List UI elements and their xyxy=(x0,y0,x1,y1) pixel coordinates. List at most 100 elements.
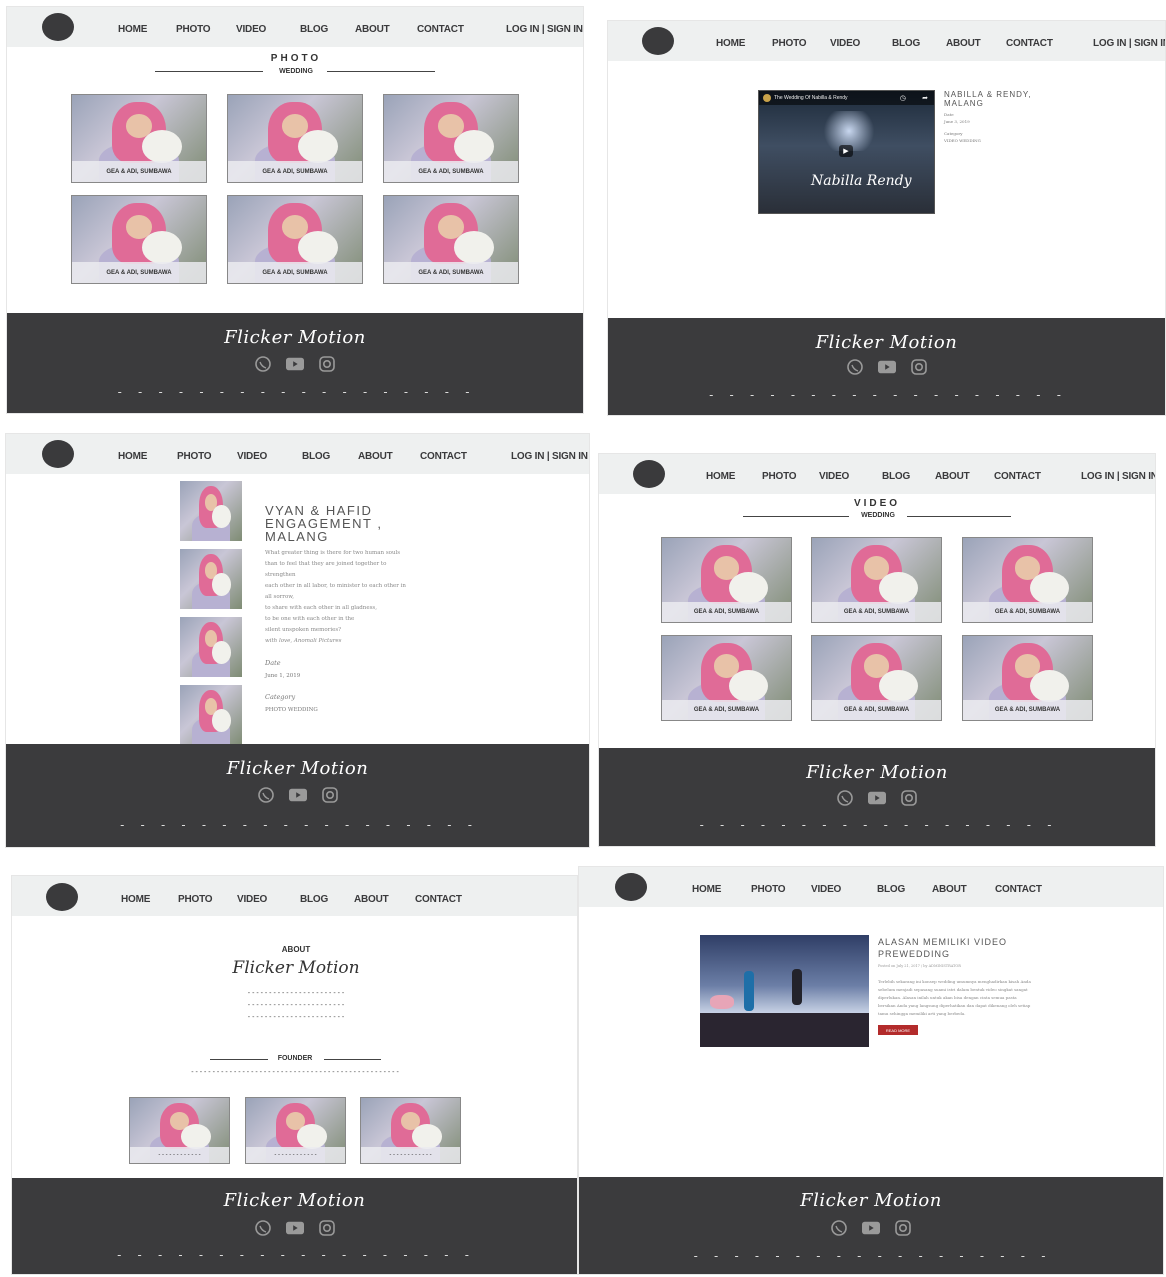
nav-video[interactable]: VIDEO xyxy=(811,884,841,895)
nav-home[interactable]: HOME xyxy=(118,451,147,462)
nav-contact[interactable]: CONTACT xyxy=(1006,38,1053,49)
whatsapp-icon[interactable] xyxy=(836,789,854,807)
logo[interactable] xyxy=(42,440,74,468)
founder-divider-left xyxy=(210,1059,268,1060)
instagram-icon[interactable] xyxy=(321,786,339,804)
nav-video[interactable]: VIDEO xyxy=(830,38,860,49)
nav-photo[interactable]: PHOTO xyxy=(176,24,211,35)
whatsapp-icon[interactable] xyxy=(254,1219,272,1237)
about-dash-2: - - - - - - - - - - - - - - - - - - - - … xyxy=(247,1002,345,1009)
play-button-icon[interactable]: ▶ xyxy=(839,145,853,157)
gallery-item[interactable]: GEA & ADI, SUMBAWA xyxy=(383,94,519,183)
nav-photo[interactable]: PHOTO xyxy=(177,451,212,462)
youtube-icon[interactable] xyxy=(286,355,304,373)
gallery-item[interactable]: GEA & ADI, SUMBAWA xyxy=(661,635,792,721)
instagram-icon[interactable] xyxy=(910,358,928,376)
photo-thumb[interactable] xyxy=(180,617,242,677)
nav-photo[interactable]: PHOTO xyxy=(762,471,797,482)
nav-home[interactable]: HOME xyxy=(706,471,735,482)
gallery-caption: GEA & ADI, SUMBAWA xyxy=(963,699,1092,720)
youtube-icon[interactable] xyxy=(288,786,307,804)
youtube-icon[interactable] xyxy=(877,358,896,376)
nav-video[interactable]: VIDEO xyxy=(819,471,849,482)
gallery-item[interactable]: GEA & ADI, SUMBAWA xyxy=(962,635,1093,721)
nav-contact[interactable]: CONTACT xyxy=(420,451,467,462)
founder-card[interactable]: - - - - - - - - - - - - xyxy=(129,1097,230,1164)
divider-right xyxy=(907,516,1011,517)
nav-blog[interactable]: BLOG xyxy=(300,894,328,905)
nav-home[interactable]: HOME xyxy=(118,24,147,35)
read-more-button[interactable]: READ MORE xyxy=(878,1025,918,1035)
nav-contact[interactable]: CONTACT xyxy=(995,884,1042,895)
nav-login[interactable]: LOG IN | SIGN IN xyxy=(506,24,583,35)
founder-card[interactable]: - - - - - - - - - - - - xyxy=(245,1097,346,1164)
nav-blog[interactable]: BLOG xyxy=(892,38,920,49)
share-icon[interactable]: ➦ xyxy=(922,94,928,102)
social-links xyxy=(579,1219,1163,1237)
instagram-icon[interactable] xyxy=(318,355,336,373)
nav-video[interactable]: VIDEO xyxy=(236,24,266,35)
nav-about[interactable]: ABOUT xyxy=(932,884,967,895)
instagram-icon[interactable] xyxy=(894,1219,912,1237)
navbar: HOME PHOTO VIDEO BLOG ABOUT CONTACT LOG … xyxy=(6,434,589,474)
nav-home[interactable]: HOME xyxy=(716,38,745,49)
logo[interactable] xyxy=(615,873,647,901)
nav-about[interactable]: ABOUT xyxy=(358,451,393,462)
photo-thumb[interactable] xyxy=(180,549,242,609)
logo[interactable] xyxy=(642,27,674,55)
page-subtitle: WEDDING xyxy=(861,512,895,519)
instagram-icon[interactable] xyxy=(318,1219,336,1237)
gallery-item[interactable]: GEA & ADI, SUMBAWA xyxy=(71,195,207,284)
nav-blog[interactable]: BLOG xyxy=(877,884,905,895)
youtube-icon[interactable] xyxy=(868,789,886,807)
nav-about[interactable]: ABOUT xyxy=(946,38,981,49)
nav-photo[interactable]: PHOTO xyxy=(178,894,213,905)
gallery-item[interactable]: GEA & ADI, SUMBAWA xyxy=(227,94,363,183)
logo[interactable] xyxy=(46,883,78,911)
gallery-item[interactable]: GEA & ADI, SUMBAWA xyxy=(811,635,942,721)
instagram-icon[interactable] xyxy=(900,789,918,807)
nav-about[interactable]: ABOUT xyxy=(354,894,389,905)
nav-about[interactable]: ABOUT xyxy=(935,471,970,482)
nav-contact[interactable]: CONTACT xyxy=(417,24,464,35)
nav-home[interactable]: HOME xyxy=(692,884,721,895)
photo-thumb[interactable] xyxy=(180,481,242,541)
gallery-item[interactable]: GEA & ADI, SUMBAWA xyxy=(383,195,519,284)
nav-contact[interactable]: CONTACT xyxy=(994,471,1041,482)
youtube-icon[interactable] xyxy=(862,1219,880,1237)
nav-about[interactable]: ABOUT xyxy=(355,24,390,35)
footer-dashes: - - - - - - - - - - - - - - - - - - xyxy=(116,385,474,399)
youtube-icon[interactable] xyxy=(285,1219,304,1237)
nav-home[interactable]: HOME xyxy=(121,894,150,905)
whatsapp-icon[interactable] xyxy=(830,1219,848,1237)
nav-blog[interactable]: BLOG xyxy=(300,24,328,35)
whatsapp-icon[interactable] xyxy=(254,355,272,373)
panel-video-detail: HOME PHOTO VIDEO BLOG ABOUT CONTACT LOG … xyxy=(607,20,1166,416)
nav-blog[interactable]: BLOG xyxy=(882,471,910,482)
whatsapp-icon[interactable] xyxy=(257,786,275,804)
gallery-caption: GEA & ADI, SUMBAWA xyxy=(662,699,791,720)
gallery-item[interactable]: GEA & ADI, SUMBAWA xyxy=(71,94,207,183)
video-player[interactable]: The Wedding Of Nabilla & Rendy ➦ ◷ ▶ Nab… xyxy=(758,90,935,214)
gallery-item[interactable]: GEA & ADI, SUMBAWA xyxy=(962,537,1093,623)
nav-login[interactable]: LOG IN | SIGN IN xyxy=(511,451,588,462)
logo[interactable] xyxy=(633,460,665,488)
nav-login[interactable]: LOG IN | SIGN IN xyxy=(1081,471,1155,482)
photo-thumb[interactable] xyxy=(180,685,242,745)
blog-image[interactable] xyxy=(700,935,869,1047)
nav-blog[interactable]: BLOG xyxy=(302,451,330,462)
gallery-item[interactable]: GEA & ADI, SUMBAWA xyxy=(227,195,363,284)
nav-photo[interactable]: PHOTO xyxy=(772,38,807,49)
nav-video[interactable]: VIDEO xyxy=(237,894,267,905)
blog-title: ALASAN MEMILIKI VIDEO PREWEDDING xyxy=(878,937,1008,959)
whatsapp-icon[interactable] xyxy=(846,358,864,376)
nav-contact[interactable]: CONTACT xyxy=(415,894,462,905)
clock-icon[interactable]: ◷ xyxy=(900,94,906,102)
gallery-item[interactable]: GEA & ADI, SUMBAWA xyxy=(661,537,792,623)
gallery-item[interactable]: GEA & ADI, SUMBAWA xyxy=(811,537,942,623)
nav-video[interactable]: VIDEO xyxy=(237,451,267,462)
founder-card[interactable]: - - - - - - - - - - - - xyxy=(360,1097,461,1164)
nav-login[interactable]: LOG IN | SIGN IN xyxy=(1093,38,1165,49)
nav-photo[interactable]: PHOTO xyxy=(751,884,786,895)
logo[interactable] xyxy=(42,13,74,41)
